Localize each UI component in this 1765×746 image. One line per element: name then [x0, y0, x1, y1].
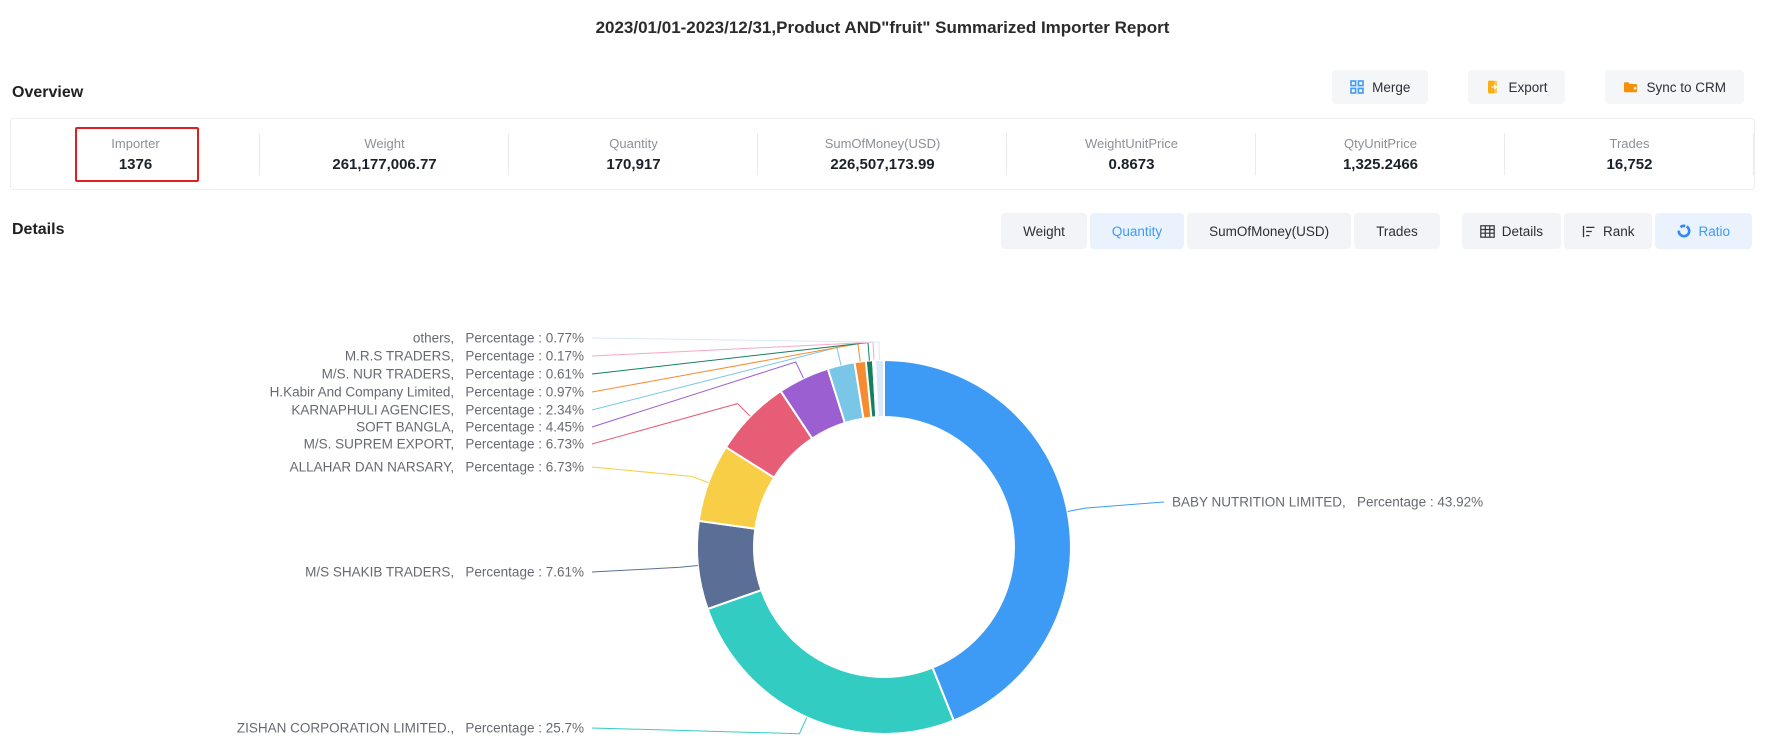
merge-icon — [1350, 80, 1364, 94]
details-heading: Details — [12, 221, 64, 239]
pie-label-karnaphuli-agencies: KARNAPHULI AGENCIES, Percentage : 2.34% — [291, 403, 584, 418]
view-tab-ratio[interactable]: Ratio — [1655, 213, 1752, 249]
pie-label-line-zishan-corporation-limited — [592, 717, 807, 733]
tab-sum-of-money[interactable]: SumOfMoney(USD) — [1187, 213, 1351, 249]
stat-weight-unit-price-value: 0.8673 — [1109, 156, 1155, 173]
sync-to-crm-button[interactable]: Sync to CRM — [1605, 70, 1744, 104]
view-tab-rank[interactable]: Rank — [1564, 213, 1653, 249]
pie-slice-baby-nutrition-limited[interactable] — [884, 360, 1071, 721]
tab-quantity[interactable]: Quantity — [1090, 213, 1184, 249]
stat-weight-label: Weight — [364, 136, 404, 151]
pie-label-line-baby-nutrition-limited — [1068, 502, 1164, 512]
pie-label-line-allahar-dan-narsary — [592, 467, 708, 483]
sync-to-crm-button-label: Sync to CRM — [1646, 80, 1726, 95]
stat-qty-unit-price-label: QtyUnitPrice — [1344, 136, 1417, 151]
pie-label-m-s-suprem-export: M/S. SUPREM EXPORT, Percentage : 6.73% — [304, 437, 584, 452]
pie-label-m-s-shakib-traders: M/S SHAKIB TRADERS, Percentage : 7.61% — [305, 565, 584, 580]
stat-importer-label: Importer — [111, 136, 159, 151]
action-buttons: Merge Export Sync to CRM — [1292, 70, 1744, 104]
view-tab-rank-label: Rank — [1603, 224, 1635, 239]
stat-quantity-label: Quantity — [609, 136, 657, 151]
pie-label-line-m-s-shakib-traders — [592, 566, 698, 573]
merge-button[interactable]: Merge — [1332, 70, 1428, 104]
stat-qty-unit-price: QtyUnitPrice 1,325.2466 — [1256, 119, 1505, 189]
pie-label-baby-nutrition-limited: BABY NUTRITION LIMITED, Percentage : 43.… — [1172, 495, 1483, 510]
overview-heading: Overview — [12, 84, 83, 102]
details-toolbar: Weight Quantity SumOfMoney(USD) Trades D… — [1001, 213, 1752, 249]
view-tab-group: Details Rank Ratio — [1462, 213, 1752, 249]
stat-trades-label: Trades — [1610, 136, 1650, 151]
stat-weight-unit-price: WeightUnitPrice 0.8673 — [1007, 119, 1256, 189]
tab-trades[interactable]: Trades — [1354, 213, 1440, 249]
pie-label-zishan-corporation-limited: ZISHAN CORPORATION LIMITED., Percentage … — [237, 721, 584, 736]
page-title: 2023/01/01-2023/12/31,Product AND"fruit"… — [0, 18, 1765, 38]
view-tab-details-label: Details — [1502, 224, 1543, 239]
pie-label-line-m-s-suprem-export — [592, 404, 750, 444]
importer-ratio-donut-chart[interactable]: BABY NUTRITION LIMITED, Percentage : 43.… — [0, 270, 1765, 741]
stat-trades: Trades 16,752 — [1505, 119, 1754, 189]
stat-weight-value: 261,177,006.77 — [332, 156, 436, 173]
stat-sum-of-money-value: 226,507,173.99 — [830, 156, 934, 173]
ratio-icon — [1677, 224, 1691, 238]
stat-trades-value: 16,752 — [1607, 156, 1653, 173]
rank-icon — [1582, 225, 1596, 238]
table-icon — [1480, 225, 1495, 238]
pie-label-m-s-nur-traders: M/S. NUR TRADERS, Percentage : 0.61% — [322, 367, 584, 382]
view-tab-ratio-label: Ratio — [1698, 224, 1730, 239]
export-icon — [1486, 80, 1500, 94]
stat-sum-of-money: SumOfMoney(USD) 226,507,173.99 — [758, 119, 1007, 189]
stat-qty-unit-price-value: 1,325.2466 — [1343, 156, 1418, 173]
sync-crm-icon — [1623, 80, 1638, 94]
metric-tab-group: Weight Quantity SumOfMoney(USD) Trades — [1001, 213, 1440, 249]
pie-label-others: others, Percentage : 0.77% — [413, 331, 584, 346]
pie-slice-zishan-corporation-limited[interactable] — [708, 590, 954, 734]
stat-weight-unit-price-label: WeightUnitPrice — [1085, 136, 1178, 151]
tab-weight[interactable]: Weight — [1001, 213, 1087, 249]
export-button-label: Export — [1508, 80, 1547, 95]
stat-weight: Weight 261,177,006.77 — [260, 119, 509, 189]
pie-label-h-kabir-and-company-limited: H.Kabir And Company Limited, Percentage … — [270, 385, 584, 400]
stat-importer: Importer 1376 — [11, 119, 260, 189]
pie-slice-others[interactable] — [875, 360, 884, 417]
stat-quantity: Quantity 170,917 — [509, 119, 758, 189]
stat-quantity-value: 170,917 — [606, 156, 660, 173]
stat-sum-of-money-label: SumOfMoney(USD) — [825, 136, 941, 151]
pie-label-m-r-s-traders: M.R.S TRADERS, Percentage : 0.17% — [345, 349, 584, 364]
overview-stat-card: Importer 1376 Weight 261,177,006.77 Quan… — [10, 118, 1755, 190]
pie-label-soft-bangla: SOFT BANGLA, Percentage : 4.45% — [356, 420, 584, 435]
export-button[interactable]: Export — [1468, 70, 1565, 104]
view-tab-details[interactable]: Details — [1462, 213, 1561, 249]
merge-button-label: Merge — [1372, 80, 1410, 95]
pie-label-allahar-dan-narsary: ALLAHAR DAN NARSARY, Percentage : 6.73% — [290, 460, 584, 475]
stat-importer-value: 1376 — [119, 156, 152, 173]
